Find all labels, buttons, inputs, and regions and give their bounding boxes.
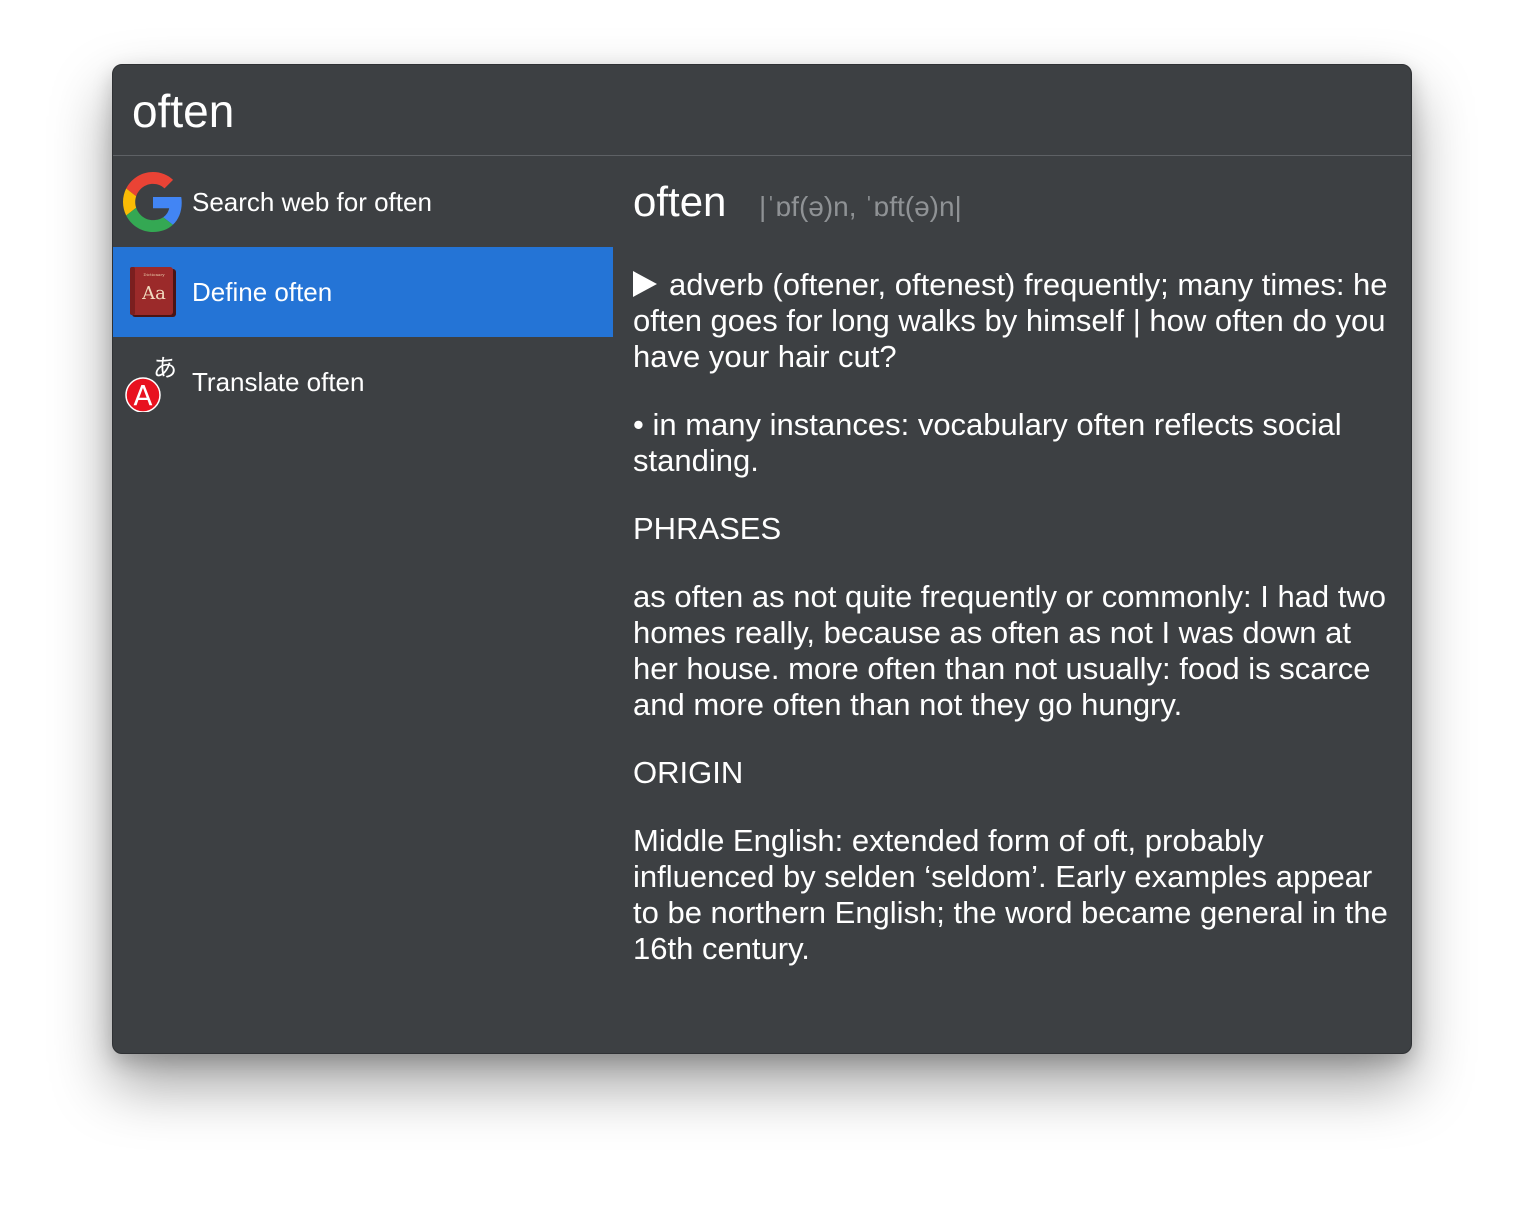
- definition-panel: often |ˈɒf(ə)n, ˈɒft(ə)n| adverb (oftene…: [633, 157, 1393, 1037]
- result-label: Translate often: [192, 367, 365, 397]
- result-define[interactable]: Dictionary Aa Define often: [113, 247, 613, 337]
- launcher-window: Search web for often Dictionary Aa Defin…: [112, 64, 1412, 1054]
- translate-icon: あ A: [125, 354, 177, 412]
- sense-secondary: • in many instances: vocabulary often re…: [633, 407, 1342, 478]
- result-translate[interactable]: あ A Translate often: [113, 337, 613, 427]
- phrases-heading: PHRASES: [633, 511, 782, 546]
- sense-primary: adverb (oftener, oftenest) frequently; m…: [633, 267, 1393, 375]
- pronunciation: |ˈɒf(ə)n, ˈɒft(ə)n|: [759, 191, 962, 222]
- result-search-web[interactable]: Search web for often: [113, 157, 613, 247]
- dictionary-caption: Dictionary: [143, 272, 165, 277]
- translate-target-glyph: あ: [153, 354, 177, 382]
- origin-text: Middle English: extended form of oft, pr…: [633, 823, 1388, 966]
- translate-source-glyph: A: [133, 379, 152, 412]
- origin-heading: ORIGIN: [633, 755, 744, 790]
- search-bar: [113, 65, 1411, 156]
- dictionary-icon: Dictionary Aa: [130, 267, 176, 317]
- result-label: Define often: [192, 277, 333, 307]
- google-icon: [123, 172, 182, 232]
- headword: often: [633, 178, 727, 225]
- phrases-text: as often as not quite frequently or comm…: [633, 579, 1387, 722]
- sense-primary-text: adverb (oftener, oftenest) frequently; m…: [633, 267, 1388, 374]
- disclosure-triangle-icon: [633, 271, 657, 297]
- result-label: Search web for often: [192, 187, 432, 217]
- search-input[interactable]: [132, 83, 1372, 139]
- dictionary-glyph: Aa: [141, 283, 166, 304]
- results-list: Search web for often Dictionary Aa Defin…: [113, 157, 613, 1053]
